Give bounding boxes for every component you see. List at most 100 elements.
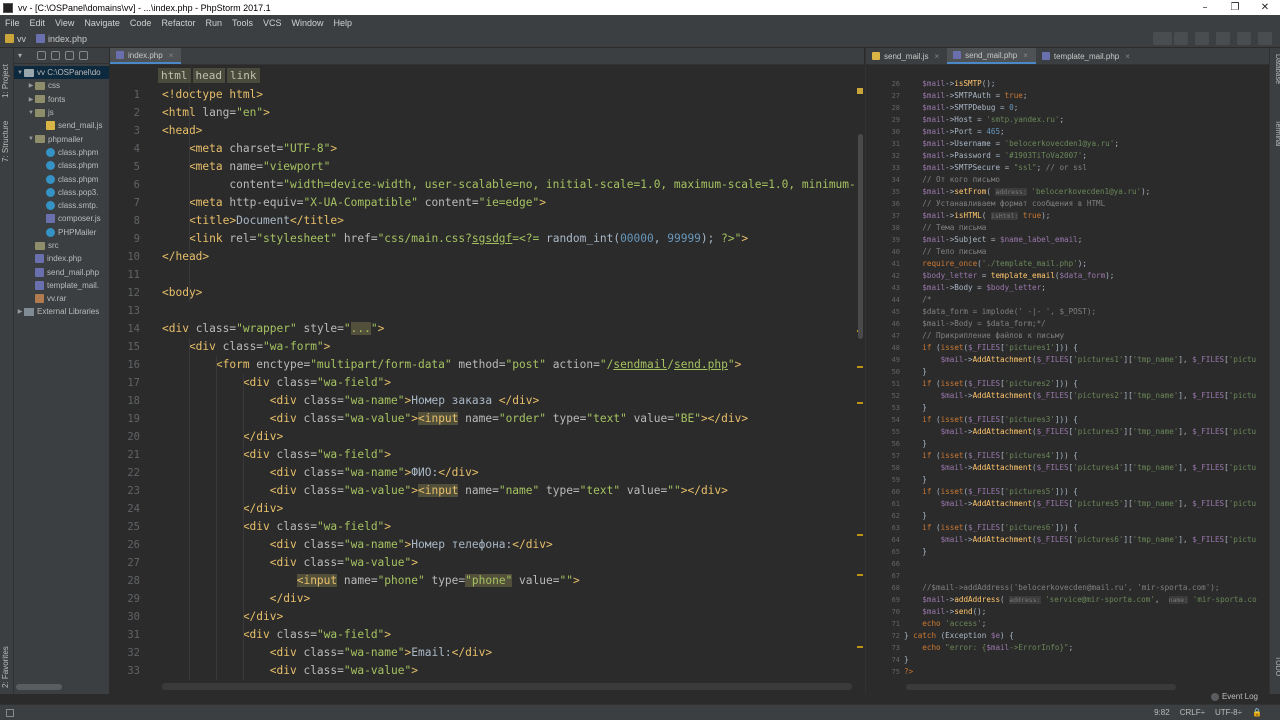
breadcrumb-file[interactable]: index.php [31,34,92,44]
tab-template-mail-php[interactable]: template_mail.php × [1036,48,1138,64]
code-line: echo "error: {$mail->ErrorInfo}"; [904,642,1264,654]
close-tab-icon[interactable]: × [1125,52,1130,61]
tree-item[interactable]: class.smtp. [14,199,109,212]
tree-item[interactable]: send_mail.js [14,119,109,132]
lock-icon[interactable]: 🔒 [1252,708,1262,717]
line-separator[interactable]: CRLF÷ [1180,708,1205,717]
tree-item[interactable]: class.phpm [14,146,109,159]
code-area-right[interactable]: $mail->isSMTP(); $mail->SMTPAuth = true;… [904,78,1264,678]
database-tool-tab[interactable]: Database [1270,54,1280,94]
warning-marker[interactable] [857,402,863,404]
view-dropdown-icon[interactable]: ▾ [18,51,32,60]
file-encoding[interactable]: UTF-8÷ [1215,708,1242,717]
html-crumb-link[interactable]: link [227,68,260,83]
breadcrumb-project[interactable]: vv [0,34,31,44]
code-token: -> [963,427,973,436]
tree-item[interactable]: ▶ css [14,79,109,92]
line-number: 69 [891,596,900,604]
menu-tools[interactable]: Tools [227,18,258,28]
code-token: ( [931,343,941,352]
code-token: isset [940,415,964,424]
inspection-status-icon[interactable] [857,88,863,94]
todo-tool-tab[interactable]: TODO [1270,656,1280,686]
project-horizontal-scrollbar[interactable] [16,684,62,690]
tree-item[interactable]: class.phpm [14,159,109,172]
favorites-tool-tab[interactable]: 2: Favorites [1,638,13,688]
menu-refactor[interactable]: Refactor [156,18,200,28]
event-log-button[interactable]: Event Log [1210,692,1258,701]
stop-icon[interactable] [1216,32,1230,45]
tree-item[interactable]: ▼ phpmailer [14,132,109,145]
collapse-arrow-icon[interactable]: ▶ [27,82,35,89]
warning-marker[interactable] [857,534,863,536]
tree-item[interactable]: class.pop3. [14,186,109,199]
tab-send-mail-php[interactable]: send_mail.php × [947,48,1036,64]
coverage-icon[interactable] [1195,32,1209,45]
gear-icon[interactable] [65,51,74,60]
close-window-button[interactable]: ✕ [1250,2,1280,13]
warning-marker[interactable] [857,646,863,648]
tree-item[interactable]: vv.rar [14,292,109,305]
library-icon [24,307,34,316]
search-icon[interactable] [1258,32,1272,45]
tool-windows-toggle-icon[interactable] [6,709,14,717]
tree-item[interactable]: ▼ js [14,106,109,119]
html-crumb-head[interactable]: head [192,68,225,83]
terminal-tool-tab[interactable]: Terminal [1270,120,1280,160]
close-tab-icon[interactable]: × [934,52,939,61]
code-line: $mail->addAddress( address: 'service@mir… [904,594,1264,606]
expand-arrow-icon[interactable]: ▼ [16,70,24,76]
collapse-all-icon[interactable] [51,51,60,60]
collapse-arrow-icon[interactable]: ▶ [16,308,24,315]
close-tab-icon[interactable]: × [169,51,174,60]
menu-code[interactable]: Code [125,18,157,28]
settings-icon[interactable] [1237,32,1251,45]
tree-item[interactable]: ▼ vv C:\OSPanel\do [14,66,109,80]
editor-vertical-scrollbar[interactable] [858,134,863,339]
menu-window[interactable]: Window [287,18,329,28]
scroll-from-source-icon[interactable] [37,51,46,60]
close-tab-icon[interactable]: × [1023,51,1028,60]
html-crumb-html[interactable]: html [158,68,191,83]
debug-icon[interactable] [1174,32,1188,45]
tree-item[interactable]: ▶ fonts [14,93,109,106]
tree-item[interactable]: index.php [14,252,109,265]
menu-help[interactable]: Help [329,18,358,28]
tree-item[interactable]: composer.js [14,212,109,225]
code-line: $mail->AddAttachment($_FILES['pictures5'… [904,498,1264,510]
expand-arrow-icon[interactable]: ▼ [27,136,35,142]
tab-index-php[interactable]: index.php × [110,48,182,64]
run-icon[interactable] [1153,32,1167,45]
code-line: <div class="wa-field"> [162,626,854,644]
tab-send-mail-js[interactable]: send_mail.js × [866,48,947,64]
code-token: setFrom [954,187,987,196]
code-token: </div> [162,610,284,623]
hide-panel-icon[interactable] [79,51,88,60]
tree-item[interactable]: ▶ External Libraries [14,305,109,318]
maximize-button[interactable]: ❐ [1220,2,1250,13]
structure-tool-tab[interactable]: 7: Structure [1,108,13,162]
tree-item-label: composer.js [58,214,101,224]
editor-horizontal-scrollbar[interactable] [162,683,852,690]
collapse-arrow-icon[interactable]: ▶ [27,96,35,103]
tree-item[interactable]: PHPMailer [14,226,109,239]
menu-view[interactable]: View [50,18,79,28]
menu-run[interactable]: Run [200,18,227,28]
tree-item[interactable]: send_mail.php [14,265,109,278]
project-tool-tab[interactable]: 1: Project [1,54,13,98]
warning-marker[interactable] [857,574,863,576]
tree-item[interactable]: src [14,239,109,252]
menu-file[interactable]: File [0,18,25,28]
code-area[interactable]: <!doctype html> <html lang="en"> <head> <m… [162,86,854,686]
minimize-button[interactable]: – [1190,2,1220,13]
expand-arrow-icon[interactable]: ▼ [27,110,35,116]
code-token: 'pictu [1228,355,1257,364]
menu-vcs[interactable]: VCS [258,18,287,28]
tree-item[interactable]: class.phpm [14,172,109,185]
menu-edit[interactable]: Edit [25,18,51,28]
editor-right-horizontal-scrollbar[interactable] [906,684,1176,690]
menu-navigate[interactable]: Navigate [79,18,125,28]
tree-item[interactable]: template_mail. [14,279,109,292]
caret-position[interactable]: 9:82 [1154,708,1170,717]
warning-marker[interactable] [857,366,863,368]
